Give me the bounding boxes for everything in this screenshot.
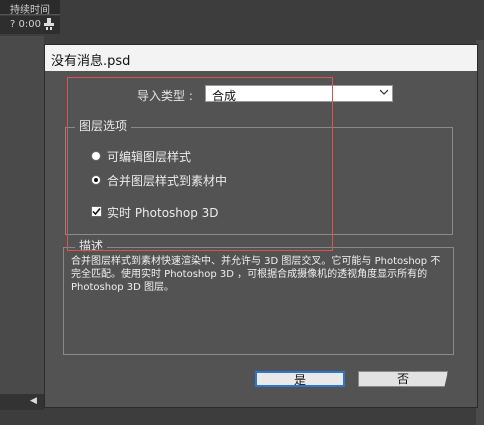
yes-button[interactable]: 是 — [255, 371, 345, 387]
dialog-title: 没有消息.psd — [51, 54, 131, 69]
checkmark-icon — [92, 208, 101, 216]
background-bottom-bar — [0, 394, 44, 410]
live-3d-checkbox[interactable] — [91, 206, 102, 217]
radio-merge-label[interactable]: 合并图层样式到素材中 — [107, 172, 227, 189]
timeline-column-header: 持续时间 — [0, 0, 60, 16]
live-3d-label[interactable]: 实时 Photoshop 3D — [107, 204, 219, 221]
background-panel-strip — [0, 36, 44, 396]
chevron-down-icon — [380, 89, 388, 95]
timeline-marker-icon[interactable] — [44, 18, 56, 30]
layer-options-title: 图层选项 — [75, 117, 132, 134]
radio-editable-styles[interactable] — [91, 151, 101, 161]
radio-merge-styles[interactable] — [91, 175, 101, 185]
import-dialog: 没有消息.psd 导入类型 : 合成 图层选项 可编辑图层样式 合并图层样式到素… — [44, 44, 478, 408]
description-text: 合并图层样式到素材快速渲染中、并允许与 3D 图层交叉。它可能与 Photosh… — [71, 256, 441, 293]
import-type-select[interactable]: 合成 — [205, 85, 393, 103]
collapse-arrow-icon[interactable]: ◀ — [30, 396, 37, 406]
timecode-text: ? 0:00 — [10, 19, 41, 30]
no-button[interactable]: 否 — [358, 371, 448, 387]
description-title: 描述 — [75, 237, 108, 254]
radio-editable-label[interactable]: 可编辑图层样式 — [107, 148, 191, 165]
duration-header-label: 持续时间 — [10, 5, 50, 16]
import-type-value: 合成 — [212, 89, 237, 103]
dialog-titlebar: 没有消息.psd — [45, 45, 477, 71]
import-type-label: 导入类型 : — [137, 89, 193, 103]
